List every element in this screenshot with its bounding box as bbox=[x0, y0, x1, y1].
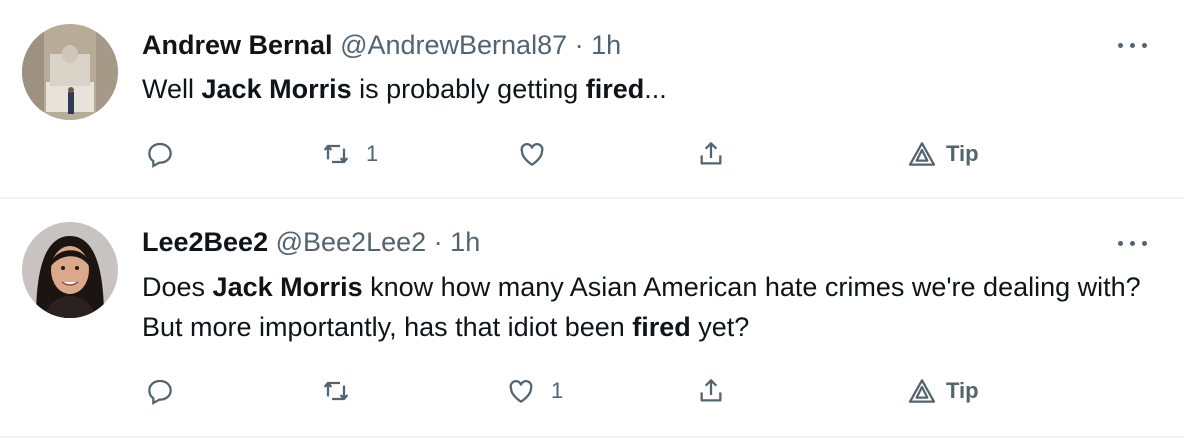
tweet-header: Lee2Bee2 @Bee2Lee2 · 1h bbox=[142, 225, 480, 259]
tip-button[interactable]: Tip bbox=[906, 134, 979, 174]
text-segment: is probably getting bbox=[351, 74, 586, 104]
tip-label: Tip bbox=[946, 141, 979, 166]
text-segment: Well bbox=[142, 74, 202, 104]
reply-icon bbox=[148, 379, 172, 405]
text-segment: ... bbox=[644, 74, 667, 104]
tweet-text: Well Jack Morris is probably getting fir… bbox=[142, 69, 1142, 109]
retweet-icon bbox=[323, 381, 349, 401]
text-segment: yet? bbox=[690, 312, 750, 342]
reply-icon bbox=[148, 142, 172, 168]
retweet-button[interactable] bbox=[320, 371, 366, 411]
like-heart-icon bbox=[520, 143, 544, 166]
avatar[interactable] bbox=[22, 222, 118, 318]
tweet[interactable]: Andrew Bernal @AndrewBernal87 · 1h Well … bbox=[0, 0, 1184, 199]
like-button[interactable] bbox=[516, 134, 562, 174]
tip-button[interactable]: Tip bbox=[906, 371, 979, 411]
tweet-header: Andrew Bernal @AndrewBernal87 · 1h bbox=[142, 28, 621, 62]
tip-icon bbox=[908, 142, 936, 166]
retweet-button[interactable]: 1 bbox=[320, 134, 378, 174]
retweet-count: 1 bbox=[366, 141, 379, 166]
tip-icon bbox=[908, 379, 936, 403]
text-segment: Does bbox=[142, 272, 213, 302]
display-name[interactable]: Andrew Bernal bbox=[142, 30, 333, 60]
like-count: 1 bbox=[551, 378, 564, 403]
timestamp[interactable]: 1h bbox=[450, 227, 480, 257]
tweet-text: Does Jack Morris know how many Asian Ame… bbox=[142, 267, 1142, 347]
avatar-photo-portrait bbox=[22, 222, 118, 318]
like-button[interactable]: 1 bbox=[505, 371, 563, 411]
more-options-icon[interactable] bbox=[1118, 40, 1150, 50]
reply-button[interactable] bbox=[144, 134, 190, 174]
tip-label: Tip bbox=[946, 378, 979, 403]
separator: · bbox=[574, 30, 584, 60]
more-options-icon[interactable] bbox=[1118, 238, 1150, 248]
share-button[interactable] bbox=[695, 371, 727, 411]
share-icon bbox=[700, 379, 722, 402]
avatar[interactable] bbox=[22, 24, 118, 120]
like-heart-icon bbox=[509, 380, 533, 403]
reply-button[interactable] bbox=[144, 371, 190, 411]
keyword-highlight: fired bbox=[632, 312, 691, 342]
display-name[interactable]: Lee2Bee2 bbox=[142, 227, 268, 257]
action-bar: 1 Tip bbox=[142, 134, 1042, 174]
avatar-photo-monument bbox=[22, 24, 118, 120]
retweet-icon bbox=[323, 144, 349, 164]
timestamp[interactable]: 1h bbox=[591, 30, 621, 60]
handle[interactable]: @AndrewBernal87 bbox=[340, 30, 567, 60]
tweet[interactable]: Lee2Bee2 @Bee2Lee2 · 1h Does Jack Morris… bbox=[0, 199, 1184, 438]
action-bar: 1 Tip bbox=[142, 371, 1042, 411]
separator: · bbox=[433, 227, 443, 257]
handle[interactable]: @Bee2Lee2 bbox=[276, 227, 427, 257]
keyword-highlight: fired bbox=[585, 74, 645, 104]
share-button[interactable] bbox=[695, 134, 727, 174]
mention-highlight: Jack Morris bbox=[201, 74, 352, 104]
share-icon bbox=[700, 142, 722, 165]
mention-highlight: Jack Morris bbox=[212, 272, 363, 302]
